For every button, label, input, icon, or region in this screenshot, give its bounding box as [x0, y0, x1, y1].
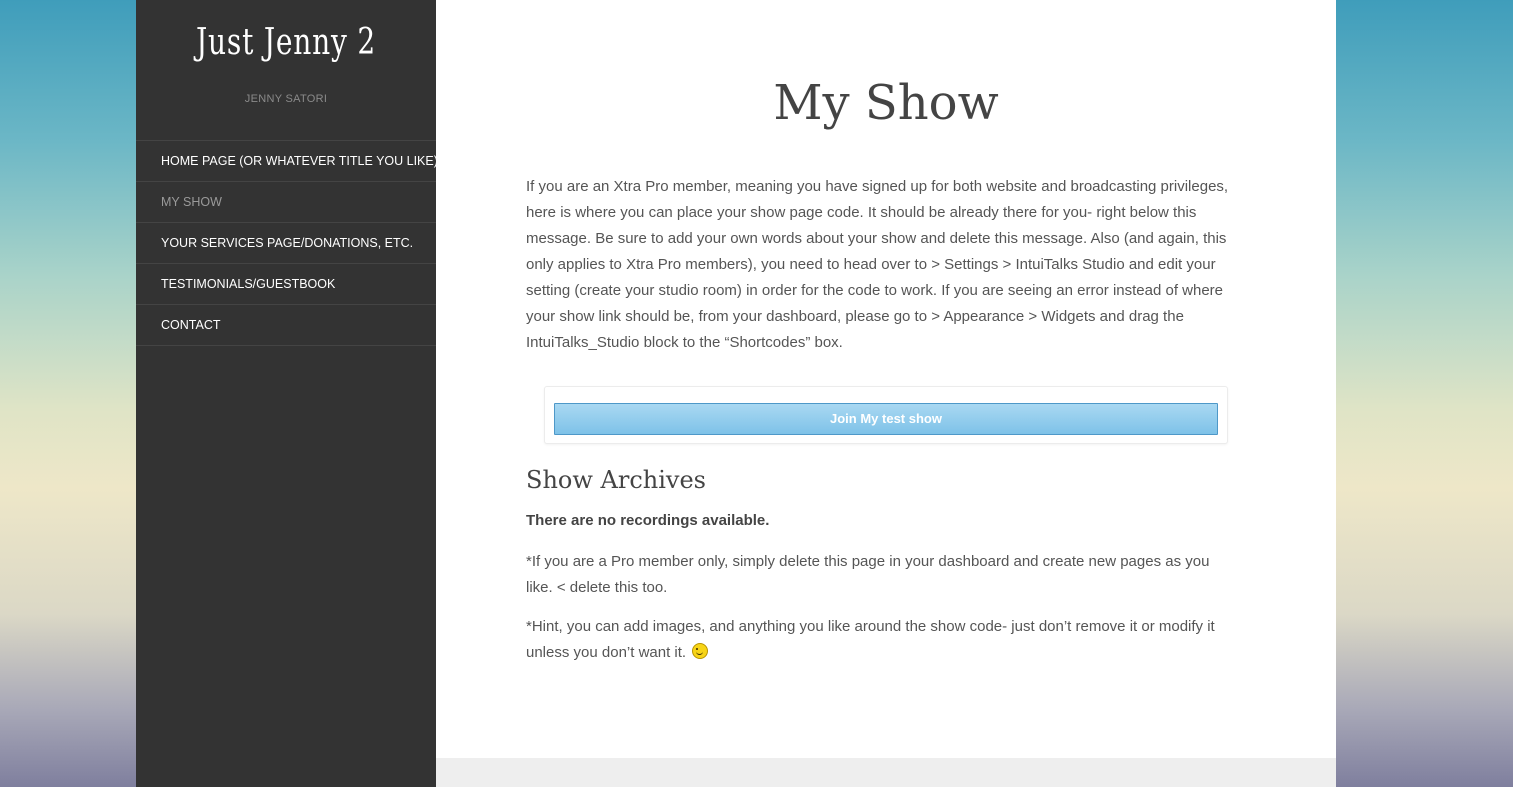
hint-note-text: *Hint, you can add images, and anything …: [526, 618, 1215, 661]
archives-heading: Show Archives: [526, 466, 706, 494]
wink-smiley-icon: [692, 643, 709, 659]
show-widget: Join My test show: [544, 386, 1228, 444]
main-nav: HOME PAGE (OR WHATEVER TITLE YOU LIKE) M…: [136, 140, 438, 346]
site-title[interactable]: Just Jenny 2: [169, 22, 403, 63]
nav-item-testimonials[interactable]: TESTIMONIALS/GUESTBOOK: [136, 264, 436, 305]
nav-item-services[interactable]: YOUR SERVICES PAGE/DONATIONS, ETC.: [136, 223, 436, 264]
nav-item-home[interactable]: HOME PAGE (OR WHATEVER TITLE YOU LIKE): [136, 141, 438, 182]
intro-paragraph: If you are an Xtra Pro member, meaning y…: [526, 178, 1229, 351]
page-title: My Show: [773, 75, 999, 131]
no-recordings-text: There are no recordings available.: [526, 512, 770, 529]
intro-text-block: If you are an Xtra Pro member, meaning y…: [526, 174, 1238, 356]
nav-item-contact[interactable]: CONTACT: [136, 305, 436, 346]
hint-note: *Hint, you can add images, and anything …: [526, 614, 1236, 666]
sidebar: Just Jenny 2 JENNY SATORI HOME PAGE (OR …: [136, 0, 438, 787]
join-show-button[interactable]: Join My test show: [554, 403, 1218, 435]
site-subtitle: JENNY SATORI: [244, 93, 328, 105]
footer-strip: [436, 758, 1336, 787]
pro-member-note: *If you are a Pro member only, simply de…: [526, 549, 1236, 601]
nav-item-my-show[interactable]: MY SHOW: [136, 182, 436, 223]
main-content: My Show If you are an Xtra Pro member, m…: [436, 0, 1336, 758]
pro-member-note-text: *If you are a Pro member only, simply de…: [526, 553, 1210, 596]
